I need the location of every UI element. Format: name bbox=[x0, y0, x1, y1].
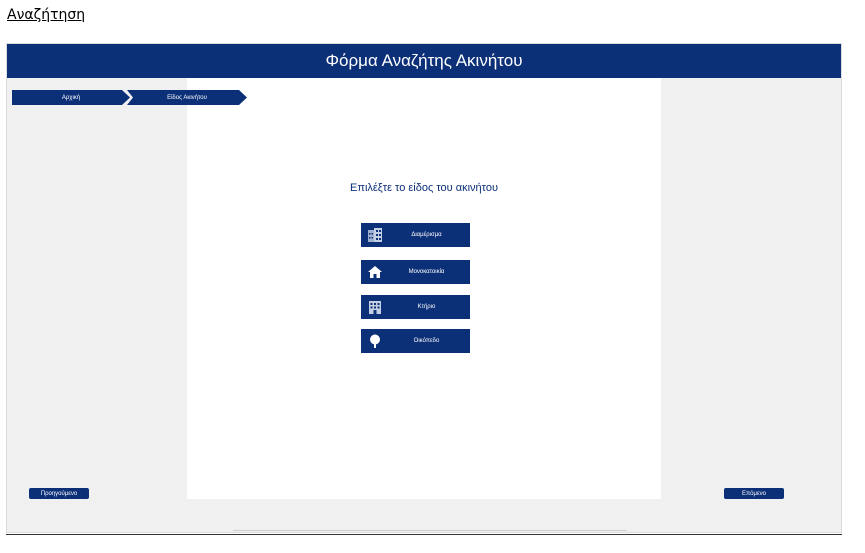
building-label: Κτήριο bbox=[417, 304, 436, 310]
house-button[interactable]: Μονοκατοικία bbox=[361, 260, 470, 284]
search-page-link[interactable]: Αναζήτηση bbox=[7, 7, 85, 23]
previous-button[interactable]: Προηγούμενο bbox=[29, 488, 89, 499]
building-icon bbox=[368, 228, 382, 242]
apartment-label: Διαμέρισμα bbox=[411, 232, 442, 238]
office-building-icon bbox=[369, 301, 381, 314]
form-title: Φόρμα Αναζήτης Ακινήτου bbox=[325, 51, 523, 70]
house-icon bbox=[368, 266, 382, 278]
building-button[interactable]: Κτήριο bbox=[361, 295, 470, 319]
next-button[interactable]: Επόμενο bbox=[724, 488, 784, 499]
horizontal-scrollbar[interactable] bbox=[233, 530, 627, 531]
form-header: Φόρμα Αναζήτης Ακινήτου bbox=[7, 44, 841, 78]
tree-icon bbox=[370, 334, 380, 348]
select-prompt: Επιλέξτε το είδος του ακινήτου bbox=[350, 182, 498, 194]
next-label: Επόμενο bbox=[742, 490, 766, 497]
breadcrumb-label: Είδος Ακινήτου bbox=[167, 94, 207, 101]
bottom-divider bbox=[6, 534, 842, 535]
breadcrumb-item-property-type[interactable]: Είδος Ακινήτου bbox=[127, 90, 247, 105]
breadcrumb-item-home[interactable]: Αρχική bbox=[12, 90, 130, 105]
plot-label: Οικόπεδο bbox=[413, 338, 440, 344]
apartment-button[interactable]: Διαμέρισμα bbox=[361, 223, 470, 247]
previous-label: Προηγούμενο bbox=[40, 490, 78, 497]
app-frame: Φόρμα Αναζήτης Ακινήτου Αρχική Είδος Ακι… bbox=[6, 43, 842, 533]
plot-button[interactable]: Οικόπεδο bbox=[361, 329, 470, 353]
breadcrumb-label: Αρχική bbox=[61, 94, 81, 101]
house-label: Μονοκατοικία bbox=[408, 269, 445, 275]
